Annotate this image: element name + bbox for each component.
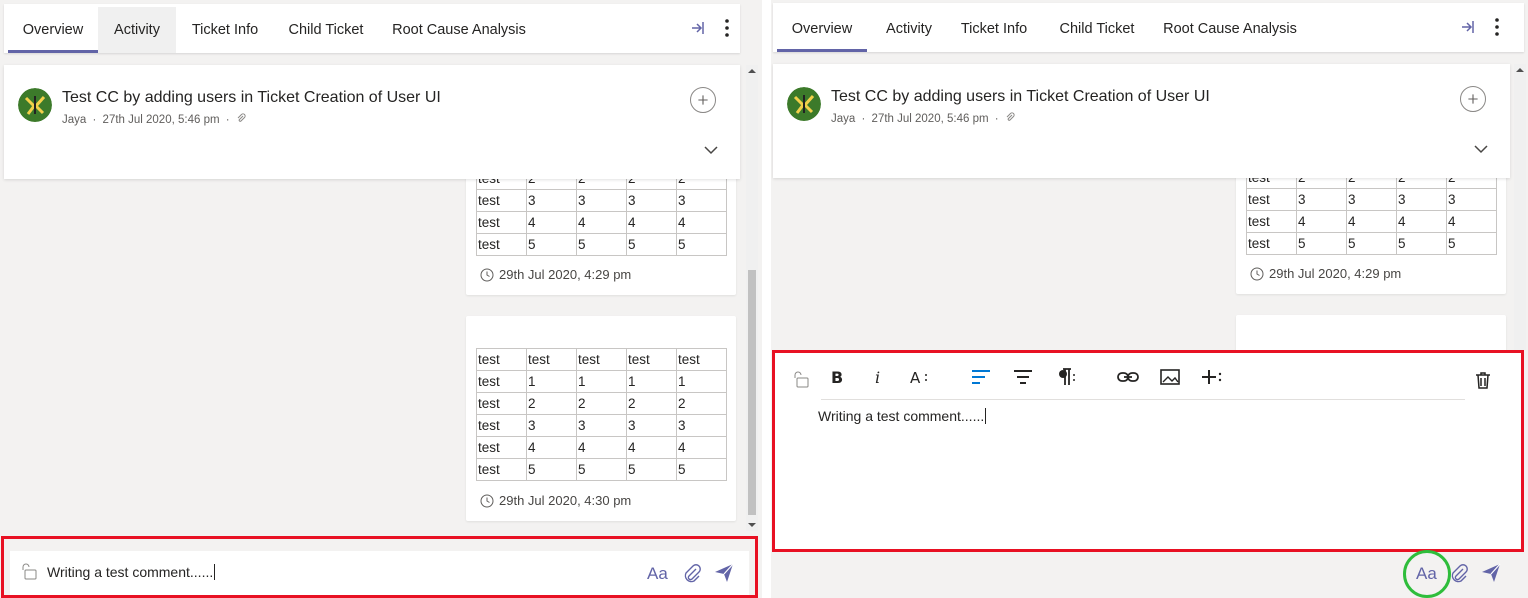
table-row: test 5 5 5 5 — [476, 458, 727, 481]
tab-ticket-info[interactable]: Ticket Info — [949, 6, 1039, 52]
svg-text:i: i — [875, 368, 880, 387]
ticket-title: Test CC by adding users in Ticket Creati… — [62, 89, 441, 106]
tab-ticket-info[interactable]: Ticket Info — [180, 7, 270, 53]
attachment-icon — [237, 113, 246, 122]
toolbar-divider — [821, 399, 1465, 400]
tab-bar: Overview Activity Ticket Info Child Tick… — [773, 3, 1524, 52]
paragraph-icon[interactable] — [1055, 366, 1077, 388]
bold-icon[interactable]: B — [826, 366, 848, 388]
message-table: test2222 test3333 test4444 test5555 — [1246, 166, 1497, 255]
tab-root-cause-analysis[interactable]: Root Cause Analysis — [384, 7, 534, 53]
message-table: test test test test test test 1 1 1 1 test 2 2 2 2 t… — [476, 348, 727, 481]
trash-icon[interactable] — [1472, 369, 1494, 391]
tab-child-ticket[interactable]: Child Ticket — [1049, 6, 1145, 52]
svg-text:B: B — [831, 368, 843, 387]
tab-bar: Overview Activity Ticket Info Child Tick… — [4, 4, 740, 53]
table-row: test 5 5 5 5 — [1246, 232, 1497, 255]
align-center-icon[interactable] — [1012, 366, 1034, 388]
scroll-thumb[interactable] — [748, 270, 756, 515]
table-row: test 3 3 3 3 — [476, 414, 727, 437]
format-button[interactable]: Aa — [647, 564, 668, 584]
table-row: test test test test test — [476, 348, 727, 371]
paperclip-icon[interactable] — [681, 563, 703, 585]
ticket-title: Test CC by adding users in Ticket Creati… — [831, 88, 1210, 105]
tab-overview[interactable]: Overview — [777, 6, 867, 52]
composer-input[interactable]: Writing a test comment...... — [47, 564, 216, 580]
message-card: test test test test test test 1 1 1 1 test 2 2 2 2 t… — [466, 316, 736, 521]
avatar — [787, 87, 821, 121]
ticket-meta: Jaya · 27th Jul 2020, 5:46 pm · — [831, 112, 1015, 125]
ticket-header-card: Test CC by adding users in Ticket Creati… — [4, 65, 740, 179]
image-icon[interactable] — [1159, 366, 1181, 388]
table-row: test2222 — [476, 392, 727, 415]
pane-divider — [762, 0, 771, 598]
compact-composer-highlight: Writing a test comment...... Aa — [1, 536, 758, 598]
tab-overview[interactable]: Overview — [8, 7, 98, 53]
scrollbar[interactable] — [1514, 64, 1526, 350]
tab-root-cause-analysis[interactable]: Root Cause Analysis — [1155, 6, 1305, 52]
compact-composer[interactable]: Writing a test comment...... Aa — [10, 551, 749, 595]
add-button[interactable] — [1460, 86, 1486, 112]
lock-icon[interactable] — [790, 369, 812, 391]
paperclip-icon[interactable] — [1448, 563, 1470, 585]
chevron-down-icon[interactable] — [702, 143, 720, 157]
font-size-icon[interactable]: A — [909, 366, 931, 388]
link-icon[interactable] — [1117, 366, 1139, 388]
scrollbar[interactable] — [746, 65, 758, 531]
clock-icon — [480, 494, 494, 507]
lock-icon[interactable] — [18, 561, 40, 583]
avatar — [18, 88, 52, 122]
right-panel-expanded-composer: Overview Activity Ticket Info Child Tick… — [771, 0, 1528, 598]
table-row: test 3 3 3 3 — [476, 189, 727, 212]
message-timestamp: 29th Jul 2020, 4:29 pm — [480, 267, 631, 282]
more-vertical-icon[interactable] — [1486, 16, 1508, 38]
tab-activity[interactable]: Activity — [98, 7, 176, 53]
scroll-up-icon[interactable] — [1516, 66, 1524, 74]
ticket-date: 27th Jul 2020, 5:46 pm — [102, 114, 220, 126]
table-row: test 4 4 4 4 — [1246, 210, 1497, 233]
scroll-up-icon[interactable] — [748, 67, 756, 75]
expanded-composer-highlight: B i A Writing a test comment...... — [772, 350, 1524, 552]
message-table: test2222 test3333 test4444 test5555 — [476, 167, 727, 256]
send-icon[interactable] — [1480, 562, 1502, 584]
send-icon[interactable] — [713, 562, 735, 584]
attachment-icon — [1006, 112, 1015, 121]
italic-icon[interactable]: i — [868, 366, 890, 388]
insert-more-icon[interactable] — [1201, 366, 1223, 388]
message-timestamp: 29th Jul 2020, 4:30 pm — [480, 493, 631, 508]
add-button[interactable] — [690, 87, 716, 113]
table-row: test 5 5 5 5 — [476, 233, 727, 256]
ticket-date: 27th Jul 2020, 5:46 pm — [871, 113, 989, 125]
table-row: test 3 3 3 3 — [1246, 188, 1497, 211]
align-left-icon[interactable] — [970, 366, 992, 388]
pop-out-icon[interactable] — [686, 17, 708, 39]
format-button-highlight — [1403, 550, 1451, 598]
svg-text:A: A — [910, 369, 921, 387]
tab-child-ticket[interactable]: Child Ticket — [278, 7, 374, 53]
ticket-author: Jaya — [62, 114, 87, 126]
composer-input[interactable]: Writing a test comment...... — [818, 408, 987, 424]
ticket-meta: Jaya · 27th Jul 2020, 5:46 pm · — [62, 113, 246, 126]
scroll-down-icon[interactable] — [748, 521, 756, 529]
message-timestamp: 29th Jul 2020, 4:29 pm — [1250, 266, 1401, 281]
chevron-down-icon[interactable] — [1472, 142, 1490, 156]
clock-icon — [480, 268, 494, 281]
table-row: test 4 4 4 4 — [476, 211, 727, 234]
table-row: test 4 4 4 4 — [476, 436, 727, 459]
pop-out-icon[interactable] — [1456, 16, 1478, 38]
ticket-header-card: Test CC by adding users in Ticket Creati… — [773, 64, 1510, 178]
left-panel-compact-composer: Overview Activity Ticket Info Child Tick… — [0, 0, 762, 598]
tab-activity[interactable]: Activity — [869, 6, 949, 52]
table-row: test 1 1 1 1 — [476, 370, 727, 393]
more-vertical-icon[interactable] — [716, 17, 738, 39]
ticket-author: Jaya — [831, 113, 856, 125]
clock-icon — [1250, 267, 1264, 280]
